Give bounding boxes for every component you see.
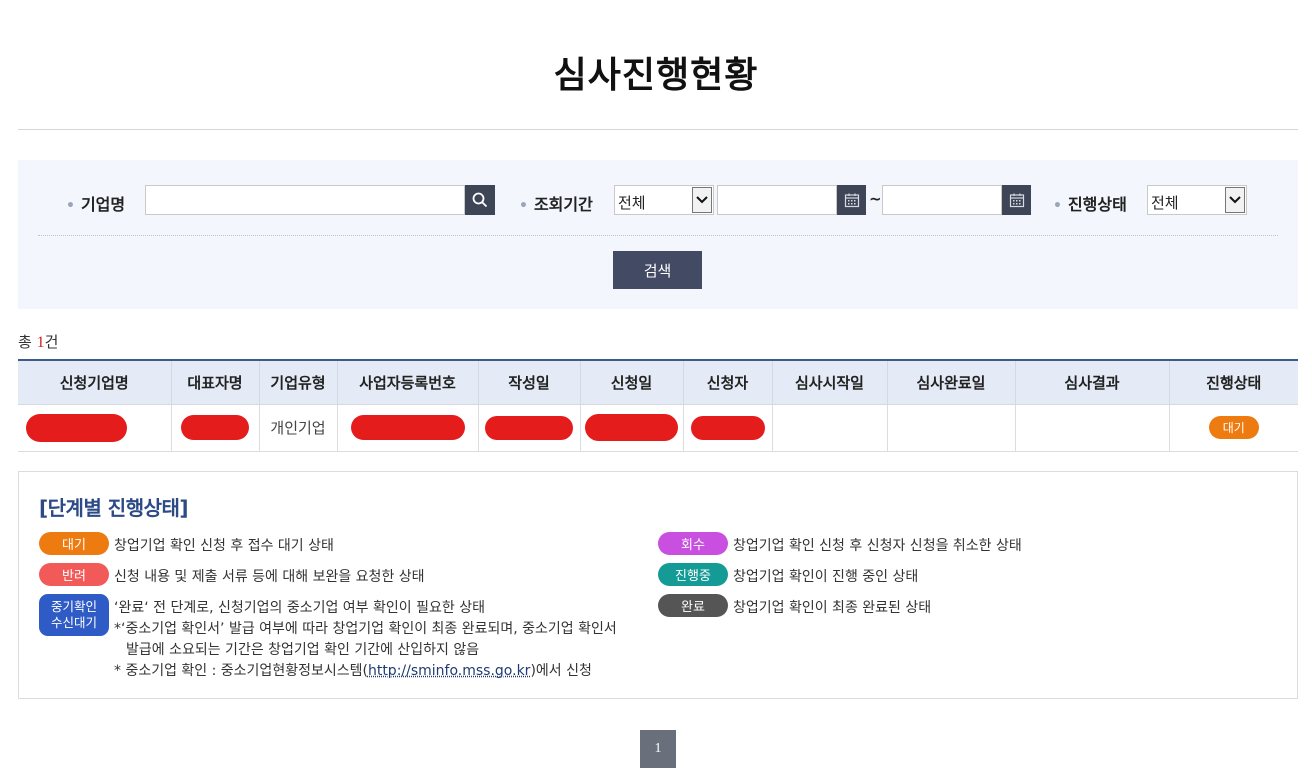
bullet-icon: • [66, 198, 75, 214]
date-to-input[interactable] [882, 185, 1002, 215]
legend-badge-line: 수신대기 [50, 615, 97, 630]
legend-badge: 중기확인 수신대기 [39, 594, 109, 636]
legend-desc: 창업기업 확인 신청 후 접수 대기 상태 [114, 538, 334, 554]
status-badge: 대기 [1208, 416, 1259, 439]
date-from-calendar-button[interactable] [837, 185, 866, 215]
col-header: 심사시작일 [772, 359, 888, 405]
period-select[interactable]: 전체 [614, 185, 714, 215]
page-button-1[interactable]: 1 [640, 730, 676, 768]
legend-note: *‘중소기업 확인서’ 발급 여부에 따라 창업기업 확인이 최종 완료되며, … [114, 621, 617, 637]
col-header: 신청일 [580, 359, 684, 405]
period-label: • 조회기간 [519, 195, 593, 214]
legend-note: * 중소기업 확인 : 중소기업현황정보시스템(http://sminfo.ms… [114, 663, 592, 679]
cell-applied-date [580, 404, 684, 452]
col-header: 사업자등록번호 [337, 359, 479, 405]
legend-desc: ‘완료‘ 전 단계로, 신청기업의 중소기업 여부 확인이 필요한 상태 [114, 600, 485, 616]
calendar-icon [1009, 193, 1024, 208]
col-header: 신청기업명 [18, 359, 172, 405]
search-panel: • 기업명 • 조회기간 전체 ~ • 진행상태 전체 검색 [18, 160, 1298, 309]
status-label: • 진행상태 [1053, 195, 1127, 214]
legend-desc: 창업기업 확인 신청 후 신청자 신청을 취소한 상태 [733, 538, 1022, 554]
legend-badge: 대기 [39, 532, 109, 555]
redaction-mark [181, 415, 249, 440]
calendar-icon [844, 193, 859, 208]
col-header: 대표자명 [171, 359, 260, 405]
legend-desc: 창업기업 확인이 최종 완료된 상태 [733, 600, 932, 616]
company-name-input[interactable] [145, 185, 465, 215]
total-count-number: 1 [36, 334, 45, 351]
search-button[interactable]: 검색 [613, 251, 702, 289]
legend-badge: 반려 [39, 563, 109, 586]
date-range-tilde: ~ [869, 190, 882, 208]
cell-business-number [337, 404, 479, 452]
redaction-mark [585, 414, 678, 441]
redaction-mark [690, 415, 765, 440]
col-header: 신청자 [683, 359, 773, 405]
cell-review-start [772, 404, 888, 452]
table-row[interactable]: 개인기업 대기 [18, 404, 1298, 452]
search-divider [38, 235, 1278, 236]
title-divider [18, 129, 1298, 130]
legend-note: 발급에 소요되는 기간은 창업기업 확인 기간에 산입하지 않음 [126, 642, 480, 658]
col-header: 심사결과 [1015, 359, 1170, 405]
cell-written-date [478, 404, 581, 452]
status-select-value: 전체 [1151, 194, 1179, 212]
date-to-calendar-button[interactable] [1002, 185, 1031, 215]
cell-company-name[interactable] [18, 404, 172, 452]
legend-badge-line: 중기확인 [50, 599, 97, 614]
search-icon [472, 192, 488, 208]
cell-company-type: 개인기업 [259, 404, 338, 452]
chevron-down-icon [1225, 187, 1245, 213]
status-select[interactable]: 전체 [1147, 185, 1247, 215]
date-from-input[interactable] [717, 185, 837, 215]
table-header-row: 신청기업명 대표자명 기업유형 사업자등록번호 작성일 신청일 신청자 심사시작… [18, 359, 1298, 405]
cell-applicant [683, 404, 773, 452]
legend-desc: 신청 내용 및 제출 서류 등에 대해 보완을 요청한 상태 [114, 569, 425, 585]
search-icon-button[interactable] [465, 185, 495, 215]
status-legend: [단계별 진행상태] 대기 창업기업 확인 신청 후 접수 대기 상태 반려 신… [18, 471, 1298, 699]
sminfo-link[interactable]: http://sminfo.mss.go.kr [368, 663, 530, 679]
redaction-mark [26, 413, 127, 442]
total-count: 총 1건 [18, 333, 59, 351]
legend-title: [단계별 진행상태] [39, 496, 189, 520]
col-header: 심사완료일 [887, 359, 1016, 405]
legend-badge: 회수 [658, 532, 728, 555]
col-header: 작성일 [478, 359, 581, 405]
period-select-value: 전체 [618, 194, 646, 212]
bullet-icon: • [1053, 198, 1062, 214]
company-name-label: • 기업명 [66, 195, 126, 214]
redaction-mark [350, 415, 465, 440]
cell-review-result [1015, 404, 1170, 452]
bullet-icon: • [519, 198, 528, 214]
chevron-down-icon [692, 187, 712, 213]
col-header: 진행상태 [1169, 359, 1298, 405]
legend-badge: 진행중 [658, 563, 728, 586]
legend-badge: 완료 [658, 594, 728, 617]
application-table: 신청기업명 대표자명 기업유형 사업자등록번호 작성일 신청일 신청자 심사시작… [18, 359, 1298, 452]
cell-representative [171, 404, 260, 452]
cell-review-end [887, 404, 1016, 452]
legend-desc: 창업기업 확인이 진행 중인 상태 [733, 569, 919, 585]
redaction-mark [485, 415, 573, 440]
cell-status: 대기 [1169, 404, 1298, 452]
page-title: 심사진행현황 [553, 55, 759, 96]
col-header: 기업유형 [259, 359, 338, 405]
